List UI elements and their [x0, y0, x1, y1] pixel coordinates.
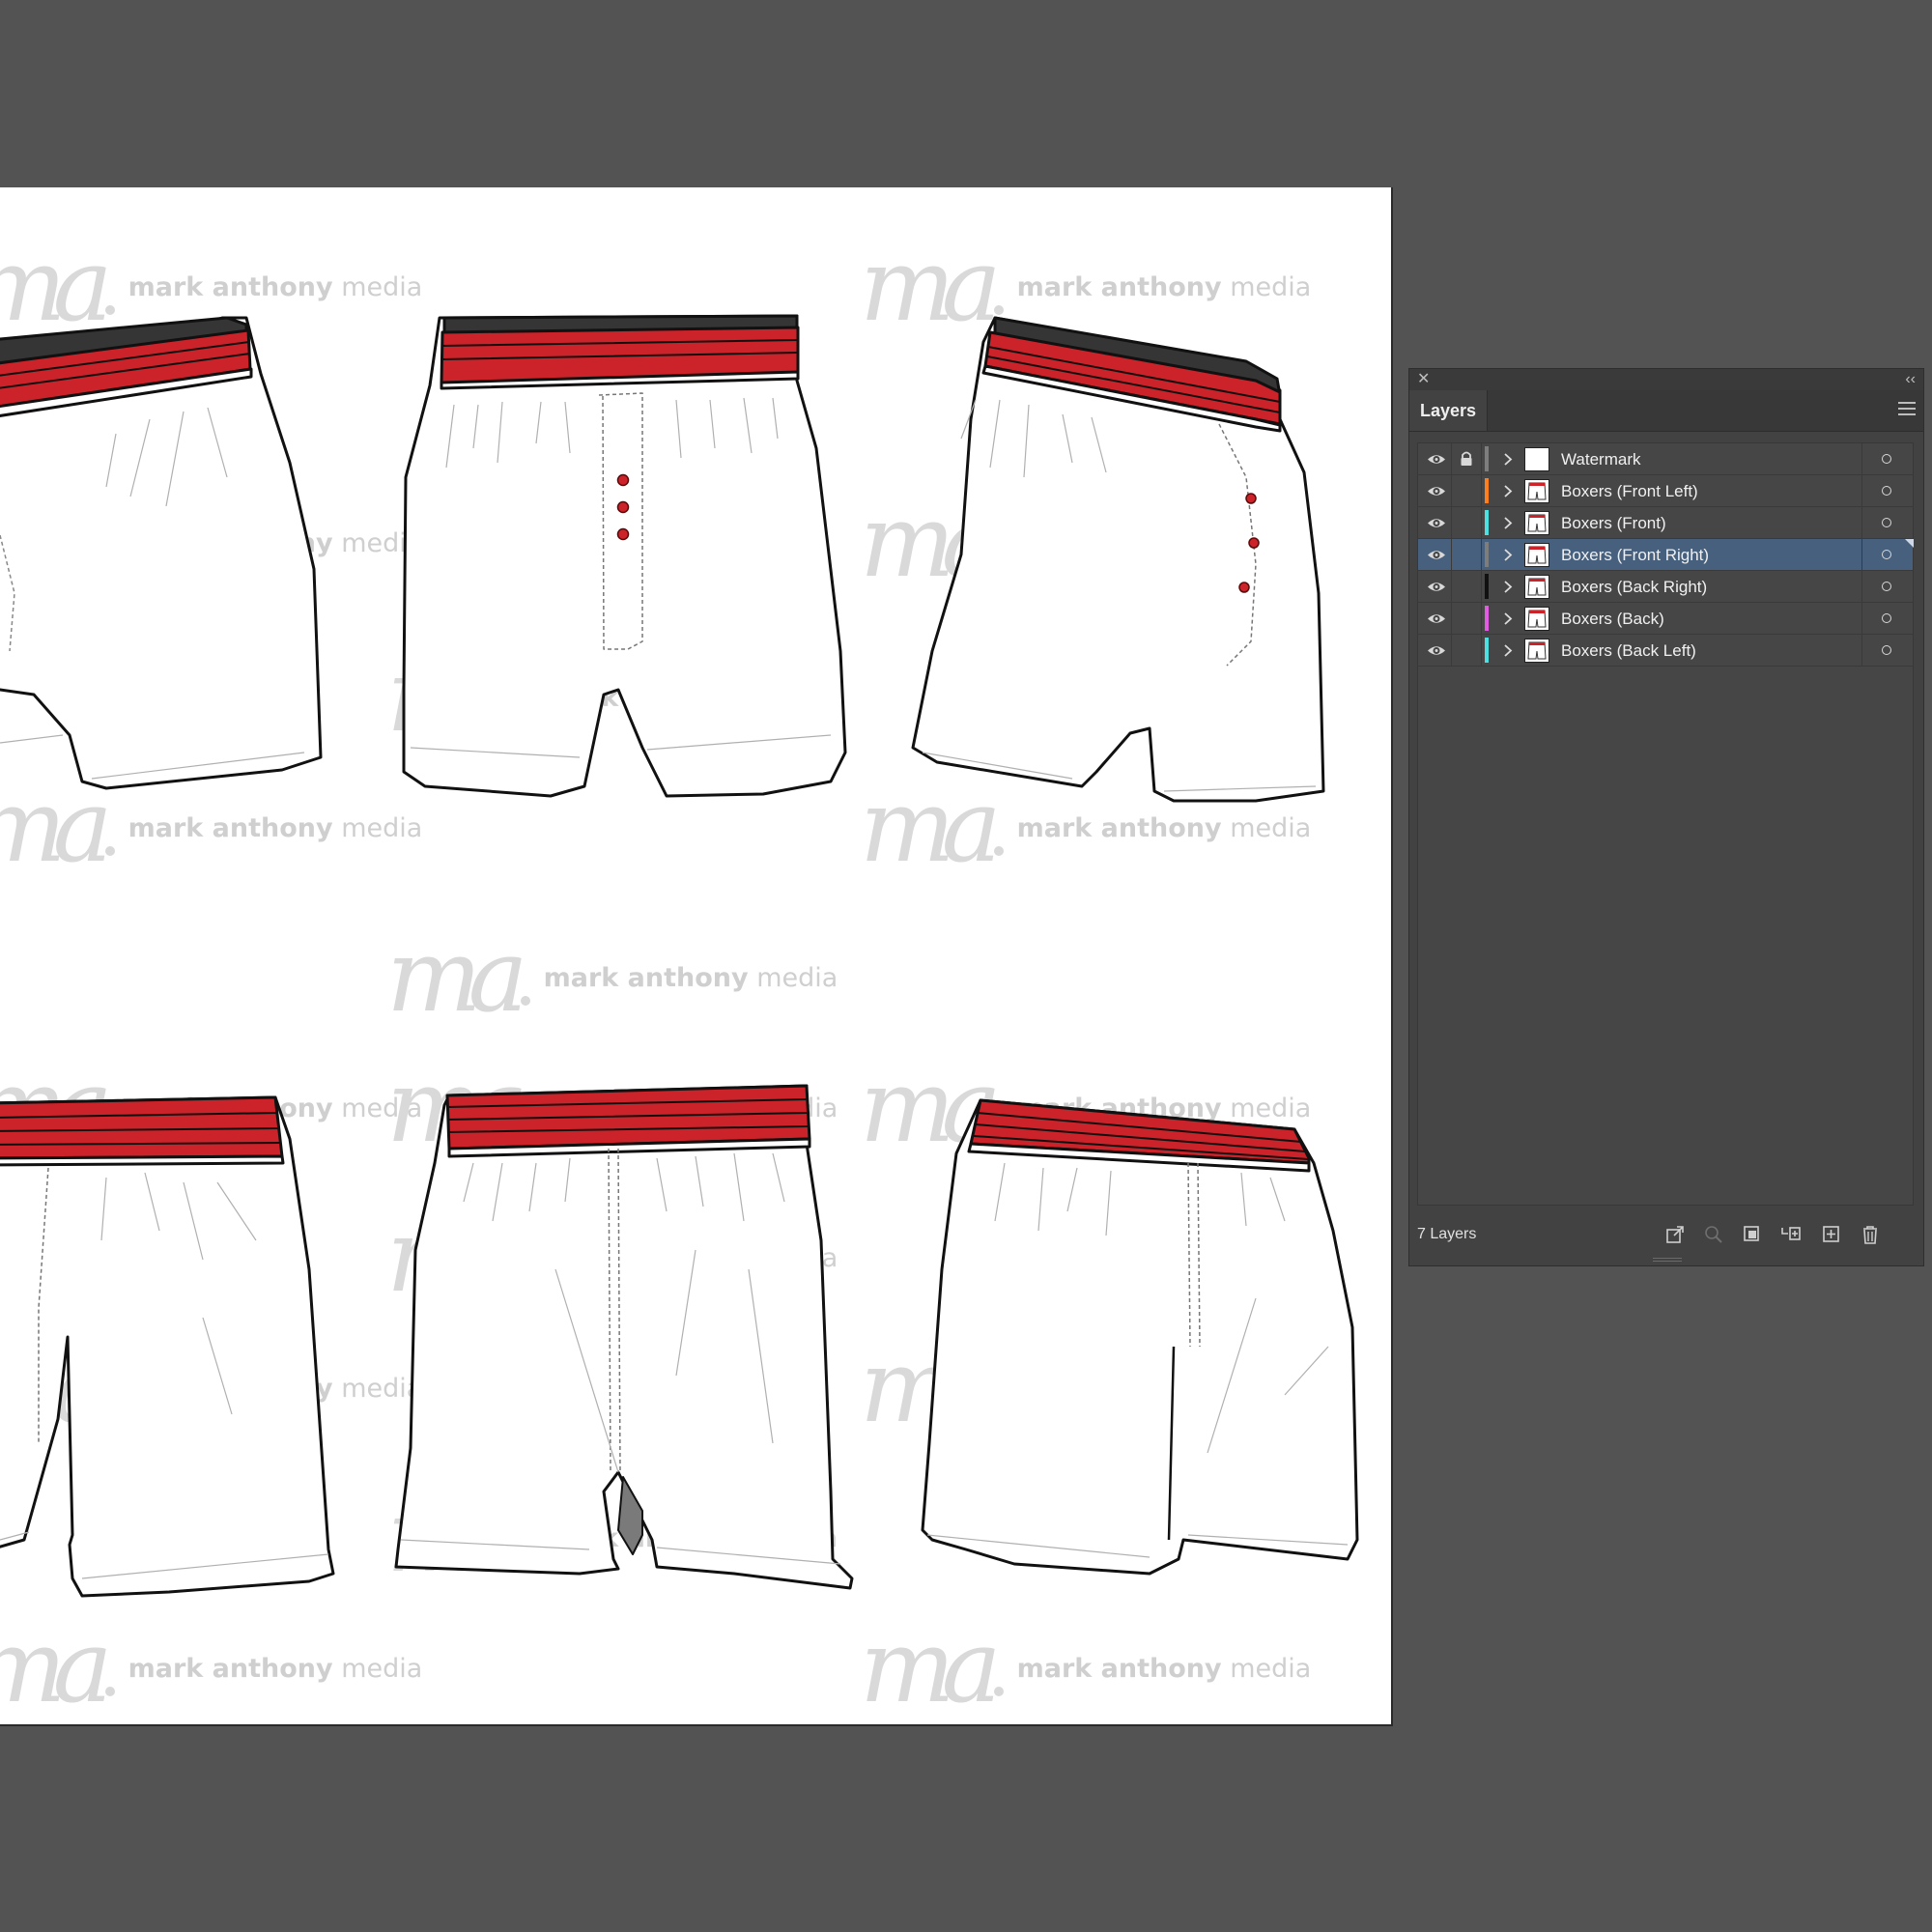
layers-panel: ✕ ‹‹ Layers Watermark Boxers (Front Left)… — [1408, 368, 1924, 1266]
eye-icon — [1428, 455, 1445, 464]
eye-icon — [1428, 551, 1445, 559]
visibility-toggle[interactable] — [1422, 571, 1452, 603]
panel-menu-icon[interactable] — [1896, 398, 1918, 421]
target-circle-icon — [1882, 645, 1891, 655]
resize-grip[interactable] — [1653, 1258, 1682, 1264]
delete-icon[interactable] — [1860, 1224, 1881, 1245]
layer-name[interactable]: Boxers (Front Right) — [1561, 539, 1709, 571]
layer-color-swatch — [1485, 478, 1489, 503]
layer-color-swatch — [1485, 606, 1489, 631]
lock-toggle[interactable] — [1452, 635, 1482, 667]
layer-thumbnail — [1524, 639, 1549, 663]
layer-thumbnail — [1524, 511, 1549, 535]
layer-thumbnail — [1524, 575, 1549, 599]
layer-list: Watermark Boxers (Front Left) Boxers (Fron… — [1417, 442, 1914, 1206]
visibility-toggle[interactable] — [1422, 475, 1452, 507]
lock-icon — [1461, 451, 1472, 466]
layer-name[interactable]: Boxers (Back Left) — [1561, 635, 1696, 667]
chevron-right-icon[interactable] — [1499, 571, 1517, 603]
layer-row[interactable]: Boxers (Back Right) — [1418, 571, 1913, 603]
lock-toggle[interactable] — [1452, 603, 1482, 635]
layer-count: 7 Layers — [1417, 1226, 1477, 1242]
visibility-toggle[interactable] — [1422, 539, 1452, 571]
tab-layers[interactable]: Layers — [1409, 390, 1488, 431]
close-icon[interactable]: ✕ — [1417, 370, 1430, 389]
locate-object-icon[interactable] — [1703, 1224, 1724, 1245]
chevron-right-icon[interactable] — [1499, 475, 1517, 507]
boxers-back-right-drawing[interactable] — [921, 1098, 1359, 1576]
layer-row[interactable]: Boxers (Back) — [1418, 603, 1913, 635]
target-circle-icon — [1882, 486, 1891, 496]
layer-color-swatch — [1485, 638, 1489, 663]
artboard[interactable]: mamark anthony mediamamark anthony media… — [0, 187, 1393, 1726]
eye-icon — [1428, 646, 1445, 655]
target-toggle[interactable] — [1861, 571, 1914, 603]
lock-toggle[interactable] — [1452, 475, 1482, 507]
panel-tab-bar: Layers — [1409, 390, 1923, 432]
boxers-front-drawing[interactable] — [402, 314, 847, 798]
lock-toggle[interactable] — [1452, 571, 1482, 603]
target-circle-icon — [1882, 550, 1891, 559]
eye-icon — [1428, 519, 1445, 527]
chevron-right-icon[interactable] — [1499, 539, 1517, 571]
layer-name[interactable]: Watermark — [1561, 443, 1641, 475]
layer-color-swatch — [1485, 446, 1489, 471]
chevron-right-icon[interactable] — [1499, 635, 1517, 667]
eye-icon — [1428, 614, 1445, 623]
panel-title-bar[interactable]: ✕ ‹‹ — [1409, 369, 1923, 391]
layer-thumbnail — [1524, 479, 1549, 503]
visibility-toggle[interactable] — [1422, 635, 1452, 667]
boxers-front-left-drawing[interactable] — [0, 316, 323, 790]
layer-row[interactable]: Boxers (Front) — [1418, 507, 1913, 539]
eye-icon — [1428, 582, 1445, 591]
layer-color-swatch — [1485, 510, 1489, 535]
target-toggle[interactable] — [1861, 603, 1914, 635]
visibility-toggle[interactable] — [1422, 603, 1452, 635]
visibility-toggle[interactable] — [1422, 507, 1452, 539]
artwork-canvas — [0, 314, 1359, 1598]
chevron-right-icon[interactable] — [1499, 507, 1517, 539]
lock-toggle[interactable] — [1452, 443, 1482, 475]
layer-color-swatch — [1485, 542, 1489, 567]
lock-toggle[interactable] — [1452, 539, 1482, 571]
target-circle-icon — [1882, 454, 1891, 464]
new-layer-icon[interactable] — [1821, 1224, 1842, 1245]
target-toggle[interactable] — [1861, 539, 1914, 571]
layer-name[interactable]: Boxers (Front Left) — [1561, 475, 1698, 507]
eye-icon — [1428, 487, 1445, 496]
visibility-toggle[interactable] — [1422, 443, 1452, 475]
layer-name[interactable]: Boxers (Back) — [1561, 603, 1664, 635]
boxers-front-right-drawing[interactable] — [911, 316, 1325, 803]
lock-toggle[interactable] — [1452, 507, 1482, 539]
new-sublayer-icon[interactable] — [1780, 1224, 1802, 1245]
target-circle-icon — [1882, 582, 1891, 591]
layer-row[interactable]: Boxers (Front Left) — [1418, 475, 1913, 507]
target-toggle[interactable] — [1861, 507, 1914, 539]
layer-thumbnail — [1524, 607, 1549, 631]
boxers-back-left-drawing[interactable] — [0, 1095, 335, 1598]
layer-color-swatch — [1485, 574, 1489, 599]
target-toggle[interactable] — [1861, 475, 1914, 507]
chevron-right-icon[interactable] — [1499, 443, 1517, 475]
target-toggle[interactable] — [1861, 635, 1914, 667]
layer-row[interactable]: Boxers (Back Left) — [1418, 635, 1913, 667]
layer-thumbnail — [1524, 447, 1549, 471]
target-toggle[interactable] — [1861, 443, 1914, 475]
boxers-back-drawing[interactable] — [394, 1084, 854, 1590]
collapse-panel-icon[interactable]: ‹‹ — [1905, 370, 1916, 389]
target-circle-icon — [1882, 613, 1891, 623]
layer-thumbnail — [1524, 543, 1549, 567]
layer-row[interactable]: Watermark — [1418, 443, 1913, 475]
make-clipping-mask-icon[interactable] — [1742, 1224, 1763, 1245]
selection-indicator-icon — [1905, 539, 1914, 548]
chevron-right-icon[interactable] — [1499, 603, 1517, 635]
panel-footer: 7 Layers — [1409, 1215, 1923, 1254]
layer-name[interactable]: Boxers (Front) — [1561, 507, 1666, 539]
layer-row[interactable]: Boxers (Front Right) — [1418, 539, 1914, 571]
layer-name[interactable]: Boxers (Back Right) — [1561, 571, 1707, 603]
target-circle-icon — [1882, 518, 1891, 527]
export-icon[interactable] — [1664, 1224, 1686, 1245]
